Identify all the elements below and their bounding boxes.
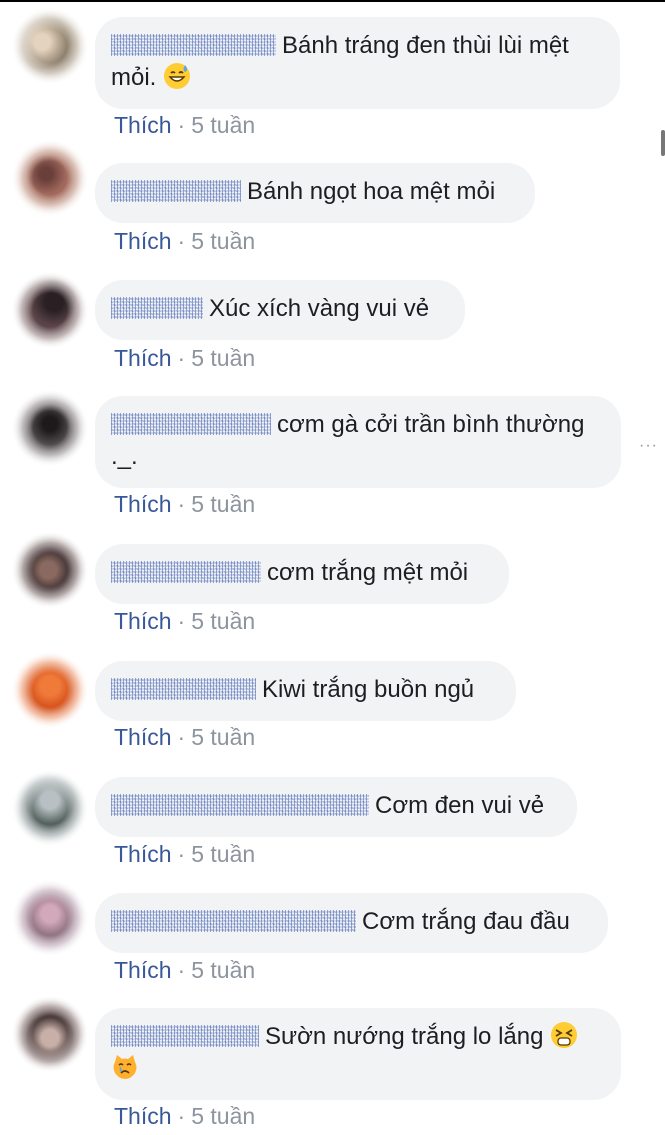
like-link[interactable]: Thích [114, 608, 172, 634]
comment-actions: Thích · 5 tuần [114, 111, 255, 139]
timestamp[interactable]: 5 tuần [191, 724, 255, 750]
separator: · [177, 228, 186, 254]
tired-face-icon [551, 1022, 578, 1048]
comment-text: Cơm trắng đau đầu [362, 908, 570, 935]
timestamp[interactable]: 5 tuần [191, 1103, 255, 1129]
top-border [0, 0, 665, 2]
author-name-blurred[interactable] [111, 794, 369, 816]
avatar[interactable] [10, 650, 90, 730]
crying-cat-icon [113, 1055, 137, 1079]
comment-text: Bánh ngọt hoa mệt mỏi [247, 178, 496, 205]
author-name-blurred[interactable] [111, 910, 356, 932]
timestamp[interactable]: 5 tuần [191, 841, 255, 867]
separator: · [177, 841, 186, 867]
timestamp[interactable]: 5 tuần [191, 112, 255, 138]
timestamp[interactable]: 5 tuần [191, 491, 255, 517]
like-link[interactable]: Thích [114, 841, 172, 867]
avatar[interactable] [10, 768, 90, 848]
comment-actions: Thích · 5 tuần [114, 1102, 255, 1130]
avatar[interactable] [10, 878, 90, 958]
comment-text: cơm trắng mệt mỏi [267, 559, 469, 586]
like-link[interactable]: Thích [114, 1103, 172, 1129]
comment-actions: Thích · 5 tuần [114, 956, 255, 984]
more-options-icon[interactable]: ··· [639, 438, 658, 454]
timestamp[interactable]: 5 tuần [191, 608, 255, 634]
comment-actions: Thích · 5 tuần [114, 607, 255, 635]
comment-bubble: Xúc xích vàng vui vẻ [95, 280, 465, 340]
comment-actions: Thích · 5 tuần [114, 490, 255, 518]
avatar[interactable] [10, 270, 90, 350]
comment-bubble: Bánh tráng đen thùi lùi mệt mỏi. [95, 17, 620, 109]
comment-text: Cơm đen vui vẻ [375, 792, 545, 819]
separator: · [177, 1103, 186, 1129]
comment-text: Kiwi trắng buồn ngủ [262, 676, 475, 703]
comment-bubble: Cơm đen vui vẻ [95, 777, 577, 837]
avatar[interactable] [10, 138, 90, 218]
comment-bubble: cơm trắng mệt mỏi [95, 544, 509, 604]
timestamp[interactable]: 5 tuần [191, 345, 255, 371]
author-name-blurred[interactable] [111, 1025, 259, 1047]
author-name-blurred[interactable] [111, 180, 241, 202]
avatar[interactable] [10, 388, 90, 468]
separator: · [177, 491, 186, 517]
comment-actions: Thích · 5 tuần [114, 840, 255, 868]
comment-text: Xúc xích vàng vui vẻ [209, 295, 430, 322]
comment-actions: Thích · 5 tuần [114, 723, 255, 751]
avatar[interactable] [10, 6, 90, 86]
separator: · [177, 112, 186, 138]
grinning-sweat-icon [164, 63, 191, 89]
author-name-blurred[interactable] [111, 561, 261, 583]
like-link[interactable]: Thích [114, 491, 172, 517]
like-link[interactable]: Thích [114, 112, 172, 138]
comment-bubble: Bánh ngọt hoa mệt mỏi [95, 163, 535, 223]
like-link[interactable]: Thích [114, 724, 172, 750]
avatar[interactable] [10, 994, 90, 1074]
separator: · [177, 724, 186, 750]
comment-bubble: Sườn nướng trắng lo lắng [95, 1008, 621, 1100]
separator: · [177, 957, 186, 983]
comment-bubble: Kiwi trắng buồn ngủ [95, 661, 516, 721]
author-name-blurred[interactable] [111, 413, 271, 435]
like-link[interactable]: Thích [114, 957, 172, 983]
comment-bubble: Cơm trắng đau đầu [95, 893, 608, 953]
timestamp[interactable]: 5 tuần [191, 228, 255, 254]
author-name-blurred[interactable] [111, 678, 256, 700]
separator: · [177, 608, 186, 634]
author-name-blurred[interactable] [111, 297, 203, 319]
author-name-blurred[interactable] [111, 34, 276, 56]
like-link[interactable]: Thích [114, 345, 172, 371]
separator: · [177, 345, 186, 371]
scrollbar-thumb[interactable] [661, 130, 665, 156]
comment-actions: Thích · 5 tuần [114, 227, 255, 255]
comment-bubble: cơm gà cởi trần bình thường ._. [95, 396, 621, 488]
avatar[interactable] [10, 530, 90, 610]
comment-actions: Thích · 5 tuần [114, 344, 255, 372]
timestamp[interactable]: 5 tuần [191, 957, 255, 983]
like-link[interactable]: Thích [114, 228, 172, 254]
comment-text: Sườn nướng trắng lo lắng [265, 1023, 544, 1050]
